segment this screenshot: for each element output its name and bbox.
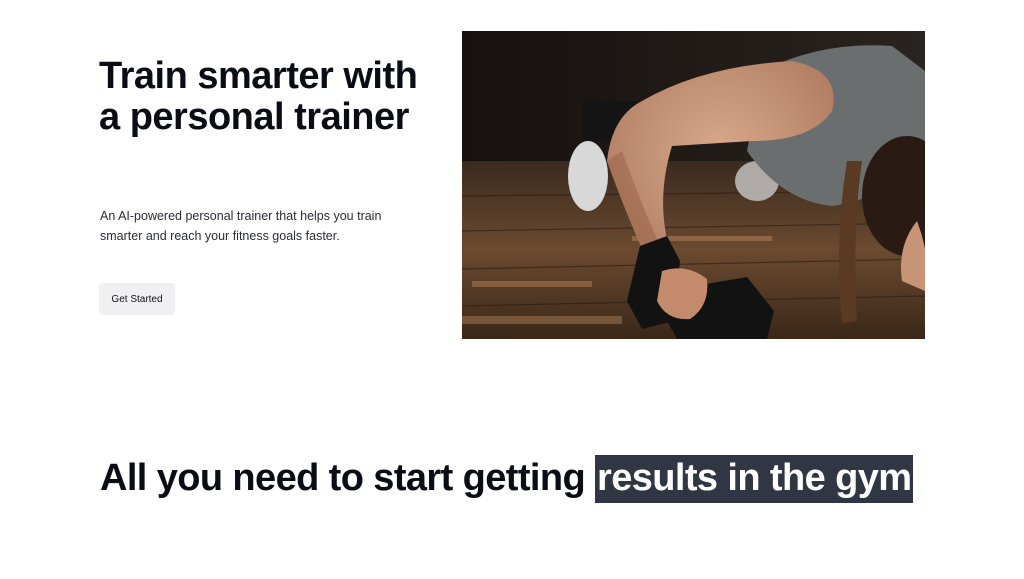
features-heading: All you need to start getting results in… <box>100 445 960 511</box>
landing-page: Train smarter with a personal trainer An… <box>0 0 1024 579</box>
hero-photo-push-up <box>462 31 925 339</box>
features-heading-highlight: results in the gym <box>595 455 914 503</box>
features-heading-plain: All you need to start getting <box>100 457 596 499</box>
hero-title: Train smarter with a personal trainer <box>99 55 418 138</box>
get-started-button[interactable]: Get Started <box>99 283 175 315</box>
hero-subtitle: An AI-powered personal trainer that help… <box>100 209 382 243</box>
